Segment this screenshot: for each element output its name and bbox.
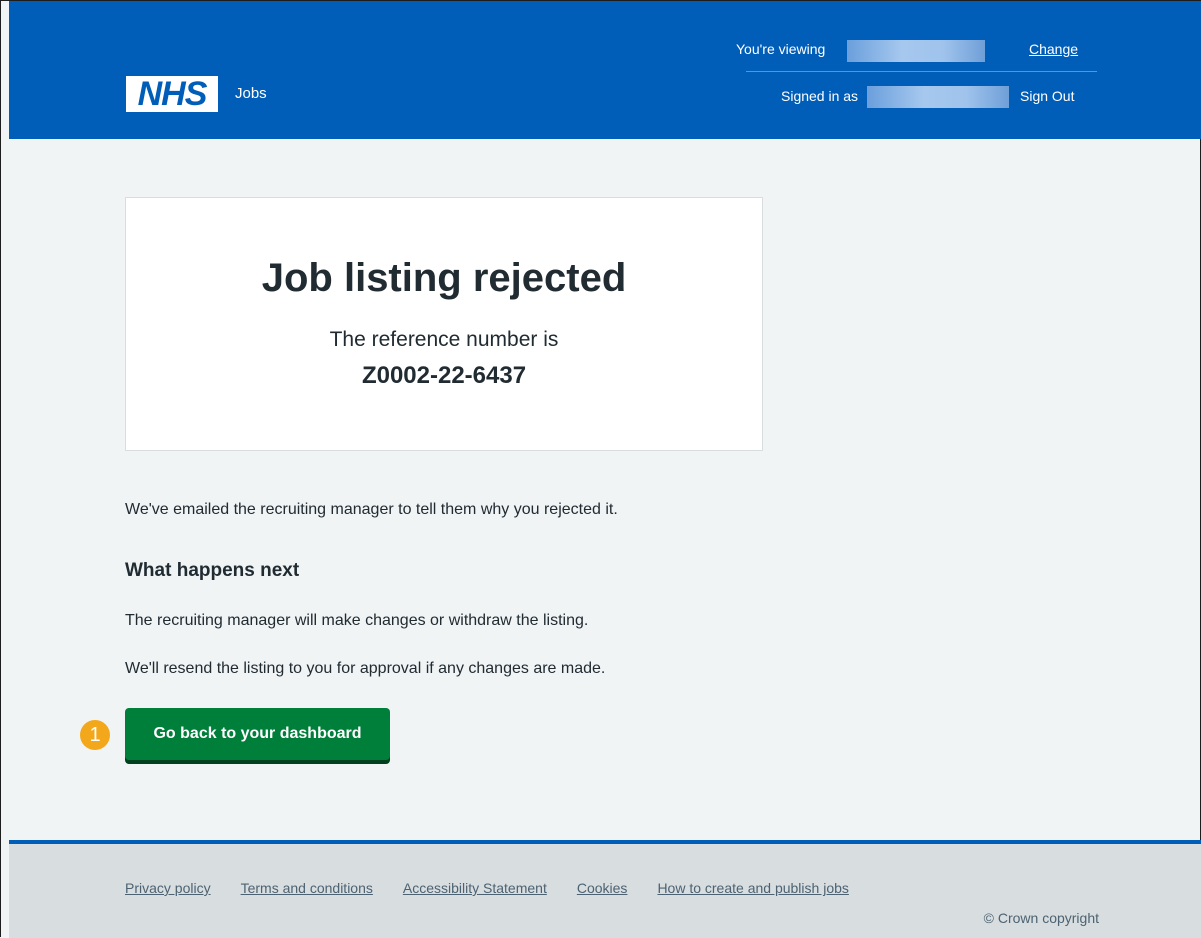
footer-link-terms[interactable]: Terms and conditions: [241, 880, 373, 896]
signed-in-label: Signed in as: [781, 88, 859, 104]
copyright: © Crown copyright: [983, 910, 1099, 926]
next-heading: What happens next: [125, 560, 300, 581]
nhs-logo-text: NHS: [137, 75, 208, 113]
dashboard-button[interactable]: Go back to your dashboard: [125, 708, 390, 760]
site-footer: Privacy policy Terms and conditions Acce…: [9, 840, 1201, 938]
next-text-2: We'll resend the listing to you for appr…: [125, 660, 606, 677]
footer-link-privacy[interactable]: Privacy policy: [125, 880, 211, 896]
header-divider: [746, 71, 1097, 72]
nhs-logo[interactable]: NHS: [126, 76, 218, 112]
redacted-organisation: [847, 40, 985, 62]
viewing-label: You're viewing: [736, 41, 826, 57]
site-header: NHS Jobs You're viewing Change Signed in…: [9, 1, 1201, 139]
redacted-username: [867, 86, 1009, 108]
footer-links: Privacy policy Terms and conditions Acce…: [125, 880, 849, 896]
change-link[interactable]: Change: [1029, 41, 1078, 57]
reference-number: Z0002-22-6437: [361, 362, 527, 389]
sign-out-link[interactable]: Sign Out: [1020, 88, 1074, 104]
footer-link-cookies[interactable]: Cookies: [577, 880, 628, 896]
next-text-1: The recruiting manager will make changes…: [125, 612, 589, 629]
footer-link-accessibility[interactable]: Accessibility Statement: [403, 880, 547, 896]
step-badge: 1: [80, 720, 110, 750]
reference-label: The reference number is: [329, 328, 559, 351]
browser-frame: [0, 0, 1201, 937]
emailed-text: We've emailed the recruiting manager to …: [125, 501, 618, 518]
footer-link-how-to[interactable]: How to create and publish jobs: [657, 880, 848, 896]
page-title: Job listing rejected: [261, 256, 627, 300]
service-name[interactable]: Jobs: [235, 85, 267, 102]
confirmation-panel: Job listing rejected The reference numbe…: [125, 197, 763, 451]
